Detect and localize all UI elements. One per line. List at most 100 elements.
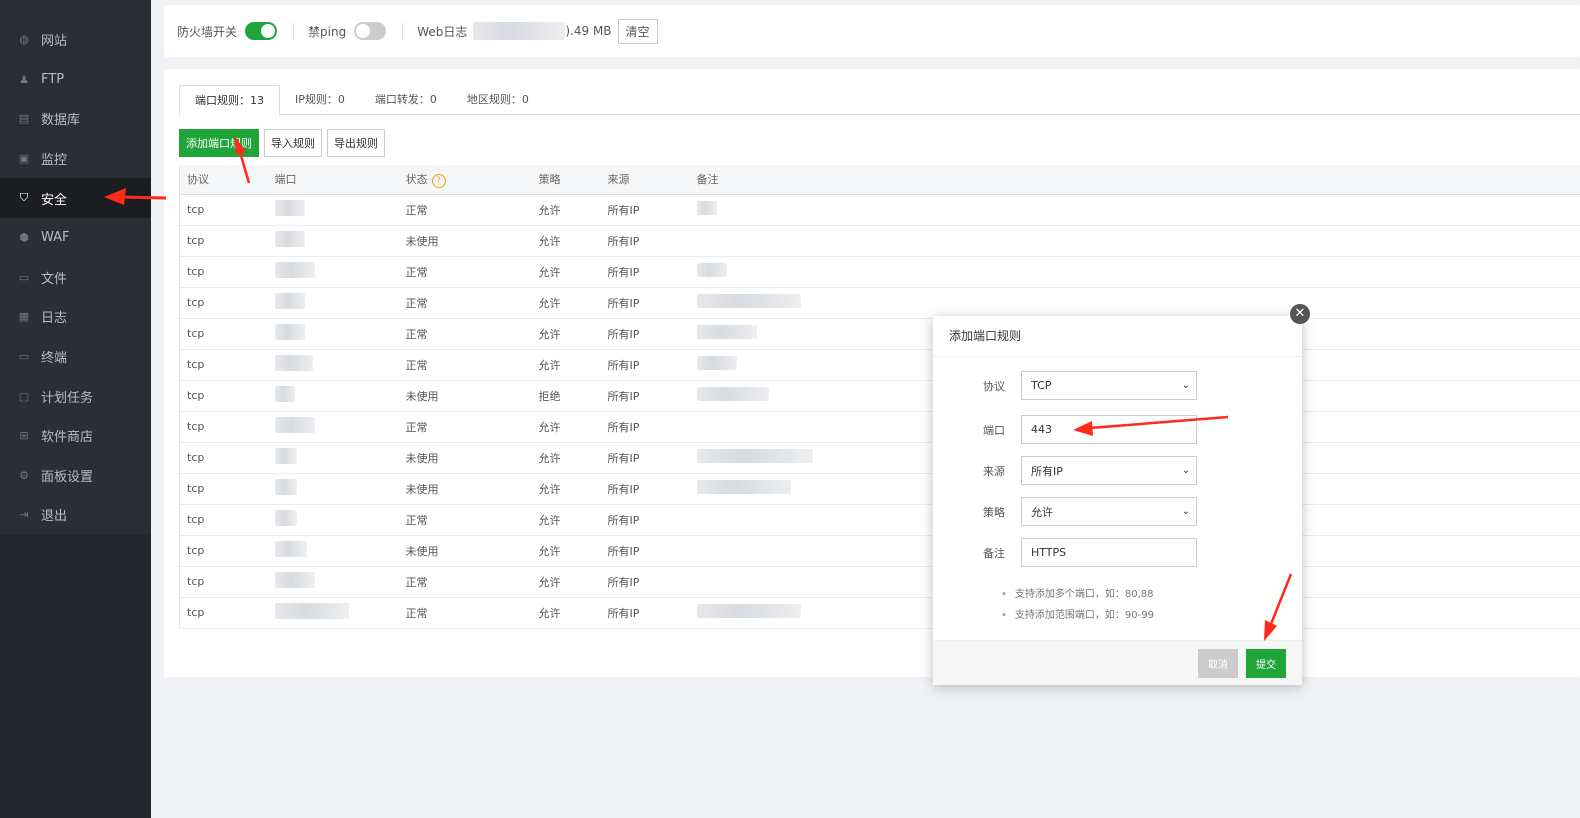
cell-status: 未使用	[398, 473, 532, 505]
log-icon: ▦	[18, 310, 30, 324]
table-row: tcp 正常 允许 所有IP	[179, 318, 1580, 350]
cell-port	[267, 380, 399, 412]
cell-protocol: tcp	[179, 597, 268, 629]
sidebar-menu: ◍ 网站 ♟ FTP ▤ 数据库 ▣ 监控 ⛉ 安全 ⬢ WAF ▭ 文件 ▦ 日志 ▭ 终端 ▢ 计划任务 ⊞ 软件商店…	[0, 0, 151, 534]
cell-port	[267, 504, 399, 536]
weblog-label: Web日志	[417, 24, 468, 39]
cancel-button[interactable]: 取消	[1198, 649, 1238, 678]
redacted-note	[696, 604, 801, 618]
sidebar-item[interactable]: ♟ FTP	[0, 60, 151, 100]
rules-toolbar: 添加端口规则 导入规则 导出规则	[179, 129, 385, 157]
sidebar-item[interactable]: ◍ 网站	[0, 20, 151, 60]
cell-protocol: tcp	[179, 442, 268, 474]
cell-strategy: 允许	[531, 318, 601, 350]
note-input[interactable]: HTTPS	[1021, 538, 1197, 567]
redacted-port	[274, 262, 315, 278]
sidebar-item[interactable]: ▭ 终端	[0, 337, 151, 377]
cell-port	[267, 535, 399, 567]
sidebar-item-label: 网站	[41, 34, 68, 50]
cell-port	[267, 256, 399, 288]
sidebar-item[interactable]: ▭ 文件	[0, 258, 151, 298]
monitor-icon: ▣	[18, 152, 30, 166]
import-rules-button[interactable]: 导入规则	[264, 129, 322, 157]
export-rules-button[interactable]: 导出规则	[327, 129, 385, 157]
tip-multiple-ports: 支持添加多个端口，如：80,88	[1001, 584, 1154, 605]
sidebar-item[interactable]: ▤ 数据库	[0, 99, 151, 139]
add-port-rule-button[interactable]: 添加端口规则	[179, 129, 259, 157]
sidebar-item[interactable]: ⬢ WAF	[0, 218, 151, 258]
toggle-knob	[356, 24, 371, 38]
redacted-note	[696, 356, 737, 370]
help-icon[interactable]: ?	[431, 173, 446, 188]
redacted-port	[274, 324, 305, 340]
note-row: 备注 HTTPS	[933, 538, 1302, 567]
redacted-note	[696, 480, 791, 494]
cell-source: 所有IP	[600, 194, 690, 226]
redacted-port	[274, 386, 295, 402]
redacted-port	[274, 479, 297, 495]
cell-strategy: 允许	[531, 194, 601, 226]
cell-strategy: 允许	[531, 597, 601, 629]
weblog-path-redacted	[473, 22, 566, 40]
tab-port-forward[interactable]: 端口转发：0	[360, 85, 452, 115]
table-row: tcp 未使用 允许 所有IP	[179, 535, 1580, 567]
port-rules-table: 协议 端口 状态? 策略 来源 备注 tcp 正常 允许 所有IP tcp 未使用 允许 所有…	[179, 165, 1580, 629]
table-row: tcp 未使用 允许 所有IP	[179, 225, 1580, 257]
submit-button[interactable]: 提交	[1246, 649, 1286, 678]
sidebar-item[interactable]: ▢ 计划任务	[0, 376, 151, 416]
sidebar-item[interactable]: ⛉ 安全	[0, 178, 151, 218]
sidebar-item[interactable]: ⇥ 退出	[0, 495, 151, 535]
table-row: tcp 正常 允许 所有IP	[179, 597, 1580, 629]
sidebar-item[interactable]: ⊞ 软件商店	[0, 416, 151, 456]
ping-toggle[interactable]	[354, 22, 387, 40]
tab-region-rules[interactable]: 地区规则：0	[452, 85, 544, 115]
sidebar-item[interactable]: ⚙ 面板设置	[0, 456, 151, 496]
apps-icon: ⊞	[19, 429, 29, 443]
rules-panel: 端口规则：13 IP规则：0 端口转发：0 地区规则：0 添加端口规则 导入规则…	[164, 69, 1580, 677]
table-row: tcp 正常 允许 所有IP	[179, 566, 1580, 598]
shield-icon: ⛉	[19, 191, 29, 205]
table-row: tcp 未使用 允许 所有IP	[179, 473, 1580, 505]
sidebar-item[interactable]: ▦ 日志	[0, 297, 151, 337]
cell-port	[267, 318, 399, 350]
close-icon[interactable]: ✕	[1289, 303, 1311, 325]
cell-protocol: tcp	[179, 349, 268, 381]
protocol-value: TCP	[1031, 379, 1052, 392]
port-input[interactable]: 443	[1021, 415, 1197, 444]
cell-port	[267, 442, 399, 474]
firewall-switch-label: 防火墙开关	[177, 24, 238, 39]
redacted-port	[274, 200, 305, 216]
cell-strategy: 允许	[531, 411, 601, 443]
sidebar-item-label: 日志	[41, 311, 68, 327]
cell-protocol: tcp	[179, 225, 268, 257]
cell-status: 正常	[398, 256, 532, 288]
cell-status: 正常	[398, 287, 532, 319]
protocol-select[interactable]: TCP ⌄	[1021, 371, 1197, 400]
strategy-select[interactable]: 允许 ⌄	[1021, 497, 1197, 526]
cell-strategy: 允许	[531, 566, 601, 598]
source-select[interactable]: 所有IP ⌄	[1021, 456, 1197, 485]
sidebar-item[interactable]: ▣ 监控	[0, 139, 151, 179]
tab-ip-rules[interactable]: IP规则：0	[280, 85, 360, 115]
cell-protocol: tcp	[179, 287, 268, 319]
col-status-label: 状态	[405, 172, 428, 186]
cell-note	[689, 194, 1580, 226]
tab-port-rules[interactable]: 端口规则：13	[179, 85, 280, 116]
cell-port	[267, 194, 399, 226]
sidebar: ◍ 网站 ♟ FTP ▤ 数据库 ▣ 监控 ⛉ 安全 ⬢ WAF ▭ 文件 ▦ 日志 ▭ 终端 ▢ 计划任务 ⊞ 软件商店…	[0, 0, 151, 818]
sidebar-item-label: 文件	[41, 271, 68, 287]
cell-note	[689, 225, 1580, 257]
dialog-footer: 取消 提交	[933, 640, 1302, 685]
cell-port	[267, 597, 399, 629]
table-row: tcp 未使用 拒绝 所有IP	[179, 380, 1580, 412]
sidebar-item-label: 面板设置	[41, 469, 94, 485]
protocol-label: 协议	[983, 379, 1005, 393]
cell-protocol: tcp	[179, 380, 268, 412]
cell-protocol: tcp	[179, 411, 268, 443]
port-label: 端口	[983, 423, 1005, 437]
clear-log-button[interactable]: 清空	[617, 18, 658, 44]
firewall-toggle[interactable]	[245, 22, 278, 40]
cell-port	[267, 411, 399, 443]
sidebar-item-label: 数据库	[41, 113, 81, 129]
sidebar-item-label: WAF	[41, 230, 70, 246]
